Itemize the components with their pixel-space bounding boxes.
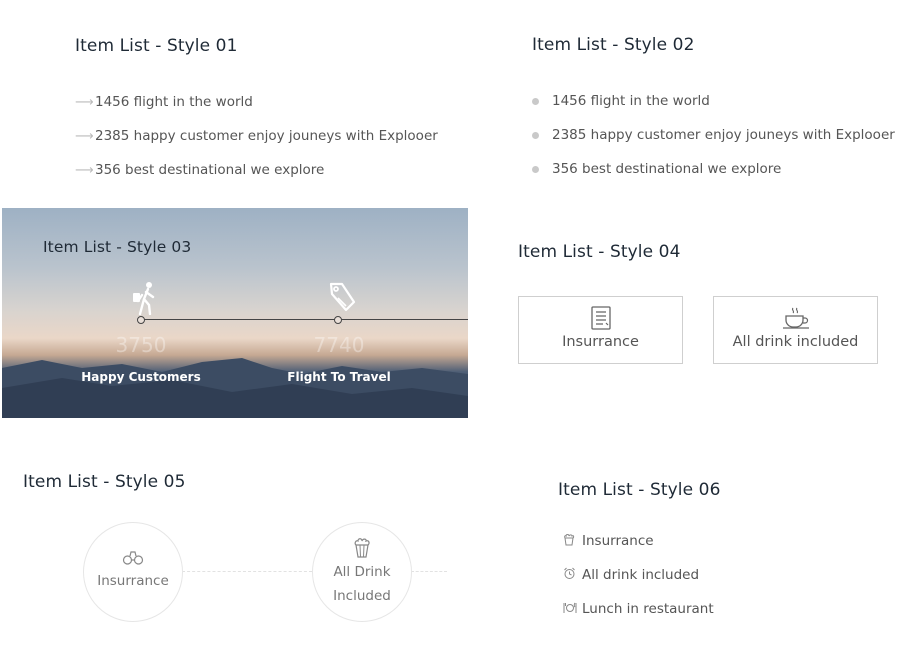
style06-list: Insurrance All drink included Lunch in r… <box>563 524 714 626</box>
list-item: Lunch in restaurant <box>563 592 714 626</box>
style04-title: Item List - Style 04 <box>518 242 681 262</box>
style05-title: Item List - Style 05 <box>23 472 186 492</box>
bullet-dot-icon <box>532 131 539 139</box>
list-item: 356 best destinational we explore <box>531 152 895 186</box>
popcorn-icon <box>563 533 582 549</box>
style03-title: Item List - Style 03 <box>43 238 192 256</box>
popcorn-icon <box>313 536 411 560</box>
binoculars-icon <box>84 551 182 569</box>
style02-list: 1456 flight in the world 2385 happy cust… <box>531 84 895 186</box>
connector-line <box>182 571 312 572</box>
luggage-tag-icon <box>329 282 356 312</box>
arrow-right-icon: ⟶ <box>75 94 94 110</box>
list-item: ⟶ 2385 happy customer enjoy jouneys with … <box>75 119 438 153</box>
style01-title: Item List - Style 01 <box>75 36 238 56</box>
list-item-label: All drink included <box>582 567 700 583</box>
stat-number: 7740 <box>313 333 365 357</box>
connector-line <box>411 571 447 572</box>
hiker-icon <box>133 282 155 315</box>
feature-box-insurrance: Insurrance <box>518 296 683 364</box>
list-item-label: 1456 flight in the world <box>552 93 710 109</box>
list-item: Insurrance <box>563 524 714 558</box>
list-item: 1456 flight in the world <box>531 84 895 118</box>
stat-number: 3750 <box>115 333 167 357</box>
coffee-cup-icon <box>714 306 877 330</box>
style01-list: ⟶ 1456 flight in the world ⟶ 2385 happy cu… <box>75 85 438 187</box>
list-item: ⟶ 1456 flight in the world <box>75 85 438 119</box>
bullet-dot-icon <box>532 97 539 105</box>
feature-label: Insurrance <box>97 573 169 589</box>
stat-label: Flight To Travel <box>287 370 391 384</box>
list-item-label: 356 best destinational we explore <box>95 162 325 178</box>
style03-banner: Item List - Style 03 3750 Happy Customer… <box>2 208 468 418</box>
timeline-node <box>137 316 145 324</box>
style02-title: Item List - Style 02 <box>532 35 695 55</box>
list-item: All drink included <box>563 558 714 592</box>
document-icon <box>519 306 682 330</box>
feature-label: All drink included <box>732 334 859 350</box>
alarm-clock-icon <box>563 567 582 583</box>
list-item-label: Insurrance <box>582 533 654 549</box>
list-item-label: Lunch in restaurant <box>582 601 714 617</box>
feature-label-line1: All Drink <box>333 564 391 580</box>
style06-title: Item List - Style 06 <box>558 480 721 500</box>
feature-box-all-drink: All drink included <box>713 296 878 364</box>
feature-circle-insurrance: Insurrance <box>83 522 183 622</box>
feature-label-line2: Included <box>333 588 391 604</box>
feature-circle-all-drink: All Drink Included <box>312 522 412 622</box>
list-item: ⟶ 356 best destinational we explore <box>75 153 438 187</box>
list-item-label: 2385 happy customer enjoy jouneys with E… <box>552 127 895 143</box>
stat-label: Happy Customers <box>81 370 201 384</box>
list-item: 2385 happy customer enjoy jouneys with E… <box>531 118 895 152</box>
list-item-label: 356 best destinational we explore <box>552 161 782 177</box>
bullet-dot-icon <box>532 165 539 173</box>
arrow-right-icon: ⟶ <box>75 162 94 178</box>
dining-icon <box>563 602 582 617</box>
arrow-right-icon: ⟶ <box>75 128 94 144</box>
feature-label: Insurrance <box>562 334 639 350</box>
list-item-label: 2385 happy customer enjoy jouneys with E… <box>95 128 438 144</box>
timeline-node <box>334 316 342 324</box>
list-item-label: 1456 flight in the world <box>95 94 253 110</box>
timeline-line <box>142 319 468 320</box>
